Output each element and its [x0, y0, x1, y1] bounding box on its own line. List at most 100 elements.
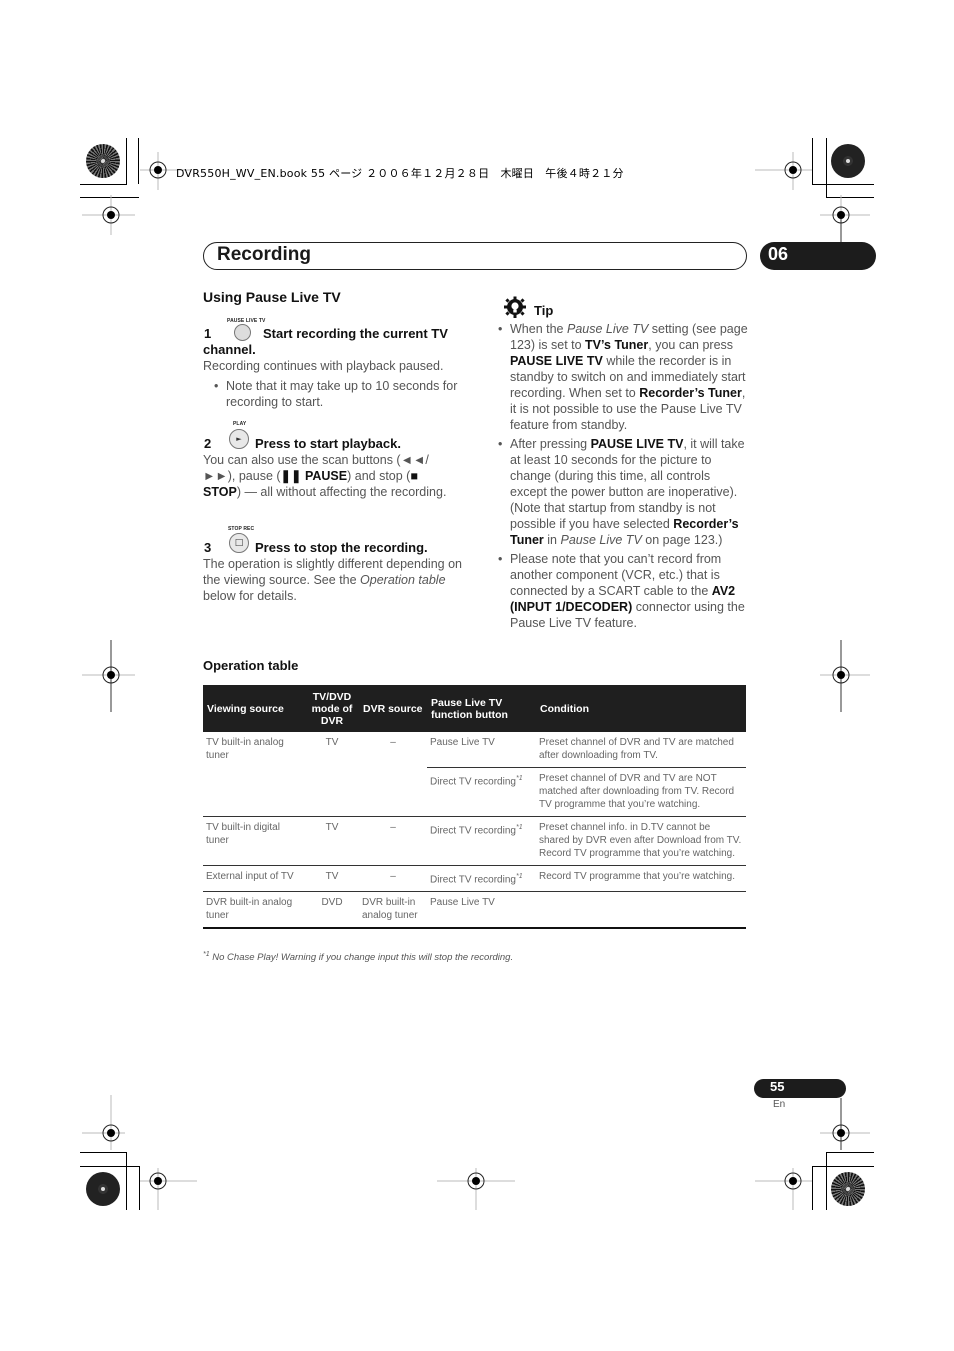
tip-bullets: When the Pause Live TV setting (see page… — [498, 321, 748, 631]
dvr-source-cell: DVR built-in analog tuner — [359, 891, 427, 930]
step-body: You can also use the scan buttons (◄◄/ ►… — [203, 452, 458, 500]
table-row: DVR built-in analog tuner DVD DVR built-… — [203, 891, 746, 930]
condition-cell: Preset channel of DVR and TV are NOT mat… — [536, 767, 746, 817]
crop-mark — [139, 1166, 140, 1210]
button-name: PAUSE LIVE TV — [590, 437, 684, 451]
crop-mark — [80, 1152, 127, 1153]
setting-name: Pause Live TV — [566, 322, 649, 336]
function-button-cell: Pause Live TV — [427, 732, 536, 768]
crop-mark — [812, 1166, 813, 1210]
option-name: TV’s Tuner — [585, 338, 649, 352]
button-name: Direct TV recording — [430, 825, 516, 837]
step-title: Start recording the current TV — [263, 326, 448, 341]
viewing-source-cell: TV built-in digital tuner — [203, 816, 305, 866]
button-name: PAUSE LIVE TV — [510, 354, 603, 368]
option-name: Recorder’s Tuner — [639, 386, 742, 400]
condition-cell — [536, 891, 746, 930]
crop-mark — [826, 1152, 874, 1153]
crop-mark — [126, 138, 127, 184]
table-footnote: *1 No Chase Play! Warning if you change … — [203, 951, 513, 963]
page-number-badge — [754, 1079, 846, 1098]
viewing-source-cell: DVR built-in analog tuner — [203, 891, 305, 930]
setting-name: Pause Live TV — [560, 533, 642, 547]
table-row: TV built-in analog tuner TV – Pause Live… — [203, 732, 746, 817]
table-row: External input of TV TV – Direct TV reco… — [203, 865, 746, 893]
crosshair-marks — [82, 152, 870, 1210]
crop-mark — [138, 138, 139, 184]
pause-label: ❚❚ PAUSE — [280, 469, 348, 483]
table-row: TV built-in digital tuner TV – Direct TV… — [203, 816, 746, 866]
page-language: En — [773, 1099, 786, 1110]
registration-disc-icon — [86, 1172, 120, 1206]
table-header-row: Viewing source TV/DVD mode of DVR DVR so… — [203, 685, 746, 732]
step-title: Press to stop the recording. — [255, 540, 428, 555]
tip-bullet: When the Pause Live TV setting (see page… — [498, 321, 748, 433]
text: After pressing — [510, 437, 591, 451]
bullet-item: Note that it may take up to 10 seconds f… — [214, 378, 464, 410]
step-number: 2 — [204, 436, 212, 451]
viewing-source-cell: TV built-in analog tuner — [203, 732, 305, 817]
crop-mark — [812, 138, 813, 184]
crop-mark — [80, 197, 139, 198]
body-text: ) — all without affecting the recording. — [236, 485, 447, 499]
footnote-text: No Chase Play! Warning if you change inp… — [209, 952, 514, 964]
button-caption: PAUSE LIVE TV — [227, 318, 266, 324]
chapter-title: Recording — [217, 244, 311, 265]
step-number: 1 — [204, 326, 212, 341]
text: , you can press — [648, 338, 734, 352]
step-title: Press to start playback. — [255, 436, 401, 451]
crop-mark — [80, 1166, 140, 1167]
button-name: Direct TV recording — [430, 776, 516, 788]
column-header: Pause Live TV function button — [427, 685, 536, 732]
page-number: 55 — [770, 1079, 785, 1094]
step-title-continued: channel. — [203, 342, 256, 357]
mode-cell: TV — [305, 865, 359, 893]
operation-table-title: Operation table — [203, 658, 299, 673]
tip-title: Tip — [534, 303, 554, 318]
stop-rec-button-icon: □ — [229, 533, 249, 553]
section-title: Using Pause Live TV — [203, 289, 341, 305]
operation-table: Viewing source TV/DVD mode of DVR DVR so… — [203, 685, 746, 930]
crop-mark — [812, 1166, 874, 1167]
operation-table-reference: Operation table — [360, 573, 446, 587]
button-caption: PLAY — [233, 421, 247, 427]
mode-cell: TV — [305, 816, 359, 866]
text: on page 123.) — [641, 533, 723, 547]
column-header: TV/DVD mode of DVR — [305, 685, 359, 732]
registration-disc-icon — [831, 1172, 865, 1206]
crop-mark — [826, 138, 827, 198]
print-header: DVR550H_WV_EN.book 55 ページ ２００６年１２月２８日 木曜… — [176, 167, 624, 180]
body-text: ) and stop ( — [347, 469, 411, 483]
registration-disc-icon — [831, 144, 865, 178]
condition-cell: Record TV programme that you’re watching… — [536, 865, 746, 893]
crop-mark — [826, 197, 874, 198]
registration-disc-icon — [86, 144, 120, 178]
step-bullets: Note that it may take up to 10 seconds f… — [214, 378, 464, 410]
column-header: Viewing source — [203, 685, 305, 732]
dvr-source-cell: – — [359, 732, 427, 817]
crop-mark — [812, 184, 874, 185]
mode-cell: DVD — [305, 891, 359, 930]
step-body: Recording continues with playback paused… — [203, 359, 444, 373]
step-body: The operation is slightly different depe… — [203, 556, 468, 604]
crosshair-icon — [82, 152, 870, 1210]
pause-live-tv-button-icon — [234, 324, 251, 341]
step-number: 3 — [204, 540, 212, 555]
footnote-marker: *1 — [515, 824, 523, 831]
tip-bullet: Please note that you can’t record from a… — [498, 551, 748, 631]
button-name: Direct TV recording — [430, 874, 516, 886]
function-button-cell: Direct TV recording*1 — [427, 767, 536, 817]
chapter-number: 06 — [768, 244, 789, 264]
crop-mark — [80, 184, 127, 185]
function-button-cell: Pause Live TV — [427, 891, 536, 930]
text: When the — [510, 322, 567, 336]
footnote-marker: *1 — [515, 775, 523, 782]
crop-mark — [126, 1152, 127, 1210]
button-caption: STOP REC — [228, 526, 255, 532]
tip-bullet: After pressing PAUSE LIVE TV, it will ta… — [498, 436, 748, 548]
dvr-source-cell: – — [359, 816, 427, 866]
column-header: DVR source — [359, 685, 427, 732]
function-button-cell: Direct TV recording*1 — [427, 816, 536, 866]
dvr-source-cell: – — [359, 865, 427, 893]
function-button-cell: Direct TV recording*1 — [427, 865, 536, 893]
